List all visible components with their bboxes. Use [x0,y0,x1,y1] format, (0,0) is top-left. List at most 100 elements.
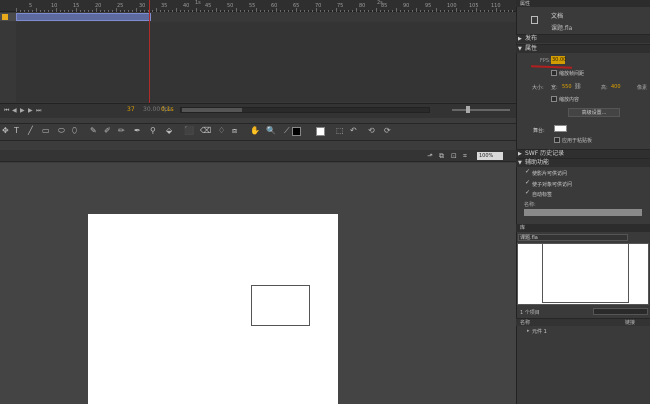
check-icon[interactable]: ✓ [525,179,530,186]
tool-icon[interactable]: T [14,126,19,135]
editbar-icon[interactable]: ⌗ [463,152,467,161]
symbol-icon: ▸ [527,328,530,334]
playback-control-icon[interactable]: ▶ [28,107,33,114]
tool-icon[interactable]: ⬯ [72,126,77,136]
ruler-mark [444,10,445,12]
scale-spans-checkbox[interactable] [551,70,557,76]
tool-icon[interactable]: ⚲ [150,126,156,135]
ruler-mark [324,10,325,12]
ruler-mark [304,10,305,12]
library-search-input[interactable] [593,308,648,315]
tool-icon[interactable]: ✥ [2,126,9,135]
scale-content-checkbox[interactable] [551,96,557,102]
ruler-mark [116,8,117,12]
elapsed-time: 0.1s [161,106,174,113]
tool-icon[interactable]: ✐ [104,126,111,135]
ruler-tick-label: 40 [183,3,190,9]
document-name: 课题.fla [551,25,573,32]
tool-icon[interactable]: ⬙ [166,126,172,135]
tool-icon[interactable]: ⌫ [200,126,211,135]
stroke-color-swatch[interactable] [292,127,301,136]
ruler-tick-label: 45 [205,3,212,9]
section-label: 发布 [525,35,538,42]
height-input[interactable]: 400 [611,84,621,90]
stage-color-label: 舞台: [533,128,545,134]
ruler-mark [108,10,109,12]
frame-span[interactable] [16,13,151,21]
tool-icon[interactable]: ⧈ [232,126,237,136]
playback-control-icon[interactable]: ◀ [12,107,17,114]
ruler-tick-label: 25 [117,3,124,9]
frame-grid[interactable] [16,22,516,102]
tool-icon[interactable]: ✋ [250,126,260,135]
column-name[interactable]: 名称 [520,319,530,326]
current-frame[interactable]: 37 [127,106,135,113]
ruler-mark [72,10,73,12]
stage-color-swatch[interactable] [554,125,567,132]
rectangle-symbol[interactable] [251,285,310,326]
ruler-mark [396,8,397,12]
library-document-select[interactable]: 课题.fla [518,234,628,241]
ruler-mark [272,10,273,12]
ruler-mark [488,10,489,12]
library-item[interactable]: 元件 1 [532,328,547,335]
tool-icon[interactable]: ↶ [350,126,357,135]
height-label: 高: [601,85,608,91]
ruler-mark [440,10,441,12]
tool-icon[interactable]: 🔍 [266,126,276,135]
tool-icon[interactable]: ⟲ [368,126,375,135]
playhead[interactable] [149,0,150,118]
fps-input[interactable]: 30.00 [551,56,566,64]
section-publish[interactable]: ▶ 发布 [516,34,650,43]
fill-color-swatch[interactable] [316,127,325,136]
editbar-icon[interactable]: ⧉ [439,152,444,161]
advanced-settings-button[interactable]: 高级设置... [568,108,620,117]
tool-icon[interactable]: ⬛ [184,126,194,135]
tool-icon[interactable]: ✏ [118,126,125,135]
timeline-zoom-knob[interactable] [466,106,470,113]
ruler-mark [64,10,65,12]
check-icon[interactable]: ✓ [525,189,530,196]
zoom-select[interactable]: 100% [477,152,503,160]
section-accessibility[interactable]: ▼ 辅助功能 [516,158,650,167]
tool-icon[interactable]: ╱ [28,126,33,135]
tab-properties[interactable]: 属性 [520,0,530,7]
ruler-mark [500,10,501,12]
ruler-mark [16,8,17,12]
name-input[interactable] [524,209,642,216]
link-icon[interactable]: ⛓ [574,83,582,90]
check-icon[interactable]: ✓ [525,168,530,175]
section-swf-history[interactable]: ▶ SWF 历史记录 [516,149,650,158]
ruler-mark [508,10,509,12]
tool-icon[interactable]: ♢ [218,126,225,135]
tab-library[interactable]: 库 [520,224,525,231]
tool-icon[interactable]: ⬭ [58,126,65,136]
section-properties[interactable]: ▼ 属性 [516,44,650,53]
editbar-icon[interactable]: ⊡ [451,152,457,160]
layer-keyframe-icon [2,14,8,20]
tool-icon[interactable]: ✎ [90,126,97,135]
ruler-mark [476,8,477,12]
editbar-icon[interactable]: ⬏ [427,152,433,160]
ruler-mark [316,8,317,12]
ruler-mark [356,8,357,12]
tool-icon[interactable]: ⟳ [384,126,391,135]
width-label: 宽: [551,85,558,91]
timeline-scroll-thumb[interactable] [182,108,242,112]
timeline-zoom-slider[interactable] [452,109,510,111]
ruler-mark [52,10,53,12]
playback-control-icon[interactable]: ⏭ [36,107,41,115]
tool-icon[interactable]: ✒ [134,126,141,135]
ruler-mark [48,10,49,12]
ruler-mark [176,8,177,12]
pasteboard-checkbox[interactable] [554,137,560,143]
tool-icon[interactable]: ⬚ [336,126,344,135]
playback-control-icon[interactable]: ⏮ [4,107,9,115]
column-linkage[interactable]: 链接 [625,319,635,326]
ruler-mark [200,10,201,12]
ruler-mark [484,10,485,12]
width-input[interactable]: 550 [562,84,572,90]
tool-icon[interactable]: ▭ [42,126,50,135]
tool-icon[interactable]: ⟋ [284,126,290,136]
playback-control-icon[interactable]: ▶ [20,107,25,114]
